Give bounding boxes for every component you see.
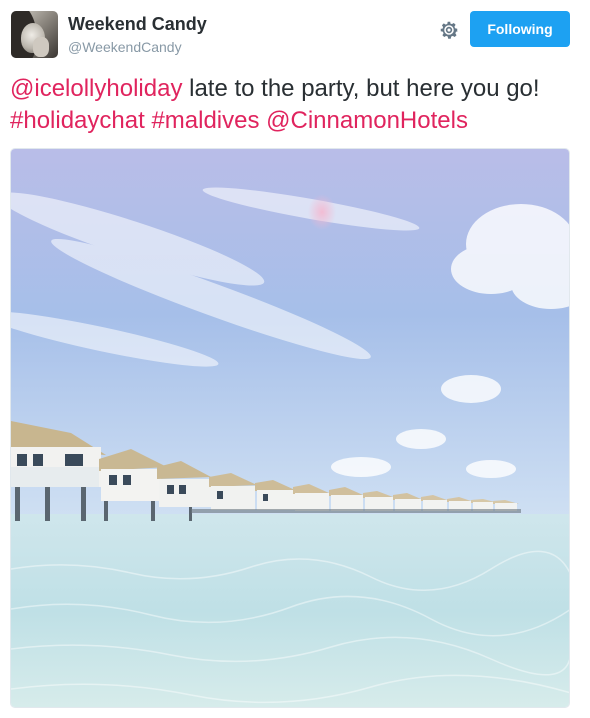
hashtag-holidaychat[interactable]: #holidaychat xyxy=(10,107,145,134)
mention-cinnamonhotels[interactable]: @CinnamonHotels xyxy=(266,107,468,134)
maldives-photo xyxy=(11,149,569,707)
tweet-body-text: late to the party, but here you go! xyxy=(182,75,540,102)
mention-icelollyholiday[interactable]: @icelollyholiday xyxy=(10,75,182,102)
avatar-hand xyxy=(33,37,49,57)
avatar[interactable] xyxy=(11,11,58,58)
tweet-photo[interactable] xyxy=(10,148,570,708)
display-name[interactable]: Weekend Candy xyxy=(68,14,207,35)
gear-icon[interactable] xyxy=(438,19,460,41)
user-handle[interactable]: @WeekendCandy xyxy=(68,39,182,55)
hashtag-maldives[interactable]: #maldives xyxy=(151,107,259,134)
following-button[interactable]: Following xyxy=(470,11,570,47)
tweet-text: @icelollyholiday late to the party, but … xyxy=(10,73,580,137)
